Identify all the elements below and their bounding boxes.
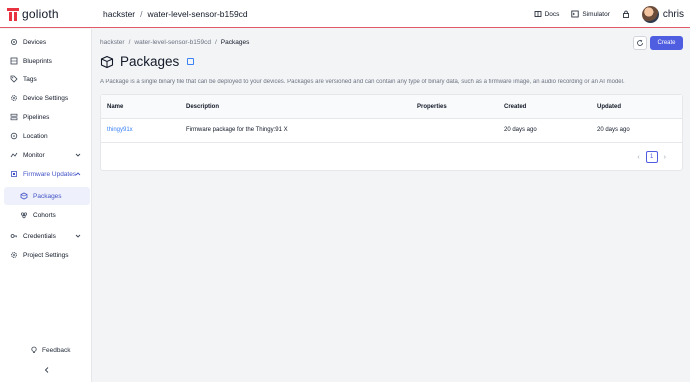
lock-icon[interactable]	[622, 10, 630, 18]
sidebar-item-label: Blueprints	[23, 57, 52, 65]
sidebar-item-pipelines[interactable]: Pipelines	[4, 108, 90, 126]
blueprint-icon	[10, 57, 18, 65]
breadcrumb-separator: /	[140, 9, 143, 19]
project-selector[interactable]: water-level-sensor-b159cd	[148, 9, 248, 19]
breadcrumb-project[interactable]: water-level-sensor-b159cd	[134, 39, 211, 46]
sidebar-item-tags[interactable]: Tags	[4, 70, 90, 88]
sidebar-item-packages[interactable]: Packages	[4, 187, 90, 205]
feedback-label: Feedback	[42, 346, 71, 354]
breadcrumb: hackster / water-level-sensor-b159cd / P…	[100, 39, 249, 46]
refresh-button[interactable]	[633, 36, 647, 50]
chevron-left-icon	[44, 367, 49, 373]
table-header: Name Description Properties Created Upda…	[101, 95, 682, 119]
terminal-icon	[571, 10, 580, 18]
column-header-created[interactable]: Created	[504, 104, 526, 110]
package-icon	[100, 55, 114, 68]
user-avatar[interactable]	[641, 5, 659, 23]
sidebar: Devices Blueprints Tags Device Settings …	[0, 29, 92, 382]
main-content: hackster / water-level-sensor-b159cd / P…	[93, 29, 690, 382]
sidebar-item-label: Devices	[23, 38, 47, 46]
previous-page-button[interactable]: ‹	[637, 154, 639, 161]
chevron-up-icon[interactable]	[74, 170, 82, 178]
sidebar-item-cohorts[interactable]: Cohorts	[4, 206, 90, 224]
column-header-name[interactable]: Name	[107, 104, 123, 110]
chevron-down-icon[interactable]	[74, 232, 82, 240]
sidebar-item-label: Tags	[23, 75, 37, 83]
sidebar-item-label: Firmware Updates	[23, 170, 77, 178]
tag-icon	[10, 75, 18, 83]
top-right-actions: Docs Simulator chris	[534, 5, 684, 23]
sidebar-item-label: Monitor	[23, 151, 45, 159]
column-header-properties[interactable]: Properties	[417, 104, 447, 110]
package-description: Firmware package for the Thingy:91 X	[186, 127, 288, 133]
simulator-link[interactable]: Simulator	[571, 10, 610, 18]
sidebar-item-label: Cohorts	[33, 211, 56, 219]
project-breadcrumb: hackster / water-level-sensor-b159cd	[103, 9, 248, 19]
column-header-description[interactable]: Description	[186, 104, 219, 110]
org-selector[interactable]: hackster	[103, 9, 135, 19]
column-header-updated[interactable]: Updated	[597, 104, 621, 110]
settings-icon	[11, 95, 17, 101]
sidebar-item-label: Project Settings	[23, 251, 69, 259]
user-name[interactable]: chris	[663, 9, 684, 20]
top-bar: golioth hackster / water-level-sensor-b1…	[0, 0, 690, 28]
cohort-icon	[20, 212, 28, 219]
lightbulb-icon	[31, 346, 37, 353]
package-updated: 20 days ago	[597, 127, 630, 133]
create-button[interactable]: Create	[650, 36, 683, 50]
refresh-icon	[637, 39, 643, 46]
table-row[interactable]: thingy91x Firmware package for the Thing…	[101, 119, 682, 143]
sidebar-item-device-settings[interactable]: Device Settings	[4, 89, 90, 107]
docs-label: Docs	[544, 10, 560, 18]
next-page-button[interactable]: ›	[664, 154, 666, 161]
page-description: A Package is a single binary file that c…	[100, 79, 625, 85]
docs-link[interactable]: Docs	[534, 10, 560, 18]
sidebar-item-label: Device Settings	[23, 94, 69, 102]
devices-icon	[11, 39, 17, 45]
project-settings-icon	[11, 252, 17, 258]
sidebar-item-blueprints[interactable]: Blueprints	[4, 52, 90, 70]
breadcrumb-current: Packages	[220, 39, 250, 46]
sidebar-item-monitor[interactable]: Monitor	[4, 146, 90, 164]
package-created: 20 days ago	[504, 127, 537, 133]
pipeline-icon	[10, 113, 18, 121]
golioth-logo-icon	[7, 8, 19, 21]
monitor-icon	[10, 152, 18, 158]
firmware-icon	[11, 171, 17, 177]
package-icon	[20, 192, 28, 200]
sidebar-item-label: Credentials	[23, 232, 56, 240]
simulator-label: Simulator	[582, 10, 610, 18]
key-icon	[10, 234, 17, 238]
packages-table-card: Name Description Properties Created Upda…	[100, 94, 683, 171]
sidebar-item-firmware-updates[interactable]: Firmware Updates	[4, 165, 90, 183]
sidebar-item-project-settings[interactable]: Project Settings	[4, 246, 90, 264]
location-icon	[10, 132, 18, 140]
golioth-logo[interactable]: golioth	[7, 6, 59, 22]
sidebar-item-location[interactable]: Location	[4, 127, 90, 145]
breadcrumb-org[interactable]: hackster	[100, 39, 125, 46]
package-name-link[interactable]: thingy91x	[107, 127, 133, 133]
chevron-down-icon[interactable]	[74, 151, 82, 159]
feedback-link[interactable]: Feedback	[30, 346, 71, 354]
breadcrumb-separator: /	[214, 39, 217, 46]
sidebar-item-label: Location	[23, 132, 48, 140]
current-page-button[interactable]: 1	[645, 151, 658, 163]
sidebar-item-label: Pipelines	[23, 113, 50, 121]
page-header: Packages	[100, 54, 195, 69]
page-title: Packages	[120, 54, 180, 69]
collapse-sidebar-button[interactable]	[43, 366, 51, 376]
sidebar-item-label: Packages	[33, 192, 62, 200]
book-icon	[534, 11, 541, 17]
documentation-icon[interactable]	[187, 58, 195, 65]
logo-text: golioth	[22, 7, 59, 21]
pagination: ‹ 1 ›	[637, 151, 666, 163]
sidebar-item-devices[interactable]: Devices	[4, 33, 90, 51]
sidebar-item-credentials[interactable]: Credentials	[4, 227, 90, 245]
breadcrumb-separator: /	[128, 39, 131, 46]
